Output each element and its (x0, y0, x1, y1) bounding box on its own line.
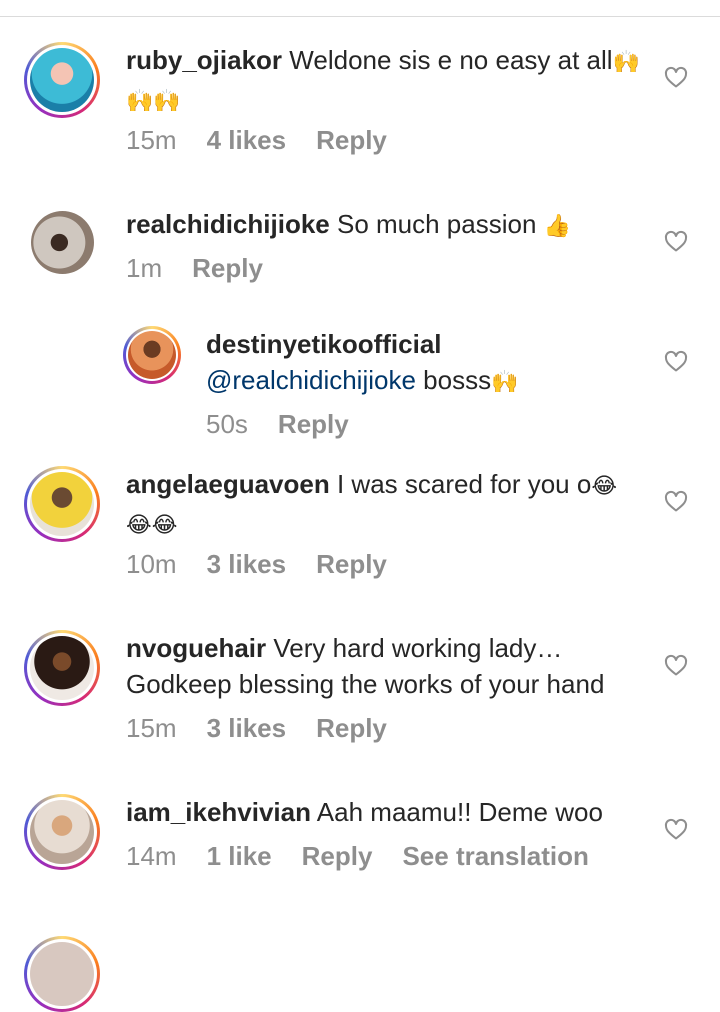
comment-item: angelaeguavoen I was scared for you o😂😂😂… (0, 464, 720, 594)
comment-emoji: 👍 (543, 214, 572, 239)
comment-text: angelaeguavoen I was scared for you o😂😂😂 (126, 466, 626, 544)
comment-text: nvoguehair Very hard working lady… Godke… (126, 630, 646, 702)
comment-likes[interactable]: 4 likes (207, 125, 287, 155)
heart-outline-icon[interactable] (664, 66, 688, 90)
top-divider (0, 16, 720, 17)
comment-likes[interactable]: 3 likes (207, 549, 287, 579)
comment-time: 15m (126, 713, 177, 743)
comment-time: 1m (126, 253, 163, 283)
avatar[interactable] (24, 42, 100, 118)
comment-username[interactable]: ruby_ojiakor (126, 45, 282, 75)
comment-text: destinyetikoofficial @realchidichijioke … (206, 326, 646, 401)
comment-body: Aah maamu!! Deme woo (316, 797, 603, 827)
comment-username[interactable]: nvoguehair (126, 633, 266, 663)
comment-item: realchidichijioke So much passion 👍 1m Re… (0, 204, 720, 294)
comment-likes[interactable]: 1 like (207, 841, 272, 871)
comment-username[interactable]: angelaeguavoen (126, 469, 330, 499)
comment-item: ruby_ojiakor Weldone sis e no easy at al… (0, 40, 720, 170)
avatar[interactable] (24, 936, 100, 1012)
comment-meta: 14m 1 like Reply See translation (126, 840, 619, 872)
comment-username[interactable]: destinyetikoofficial (206, 329, 442, 359)
comment-item: nvoguehair Very hard working lady… Godke… (0, 628, 720, 758)
comment-body: So much passion (336, 209, 537, 239)
comment-text: realchidichijioke So much passion 👍 (126, 206, 646, 245)
reply-item: destinyetikoofficial @realchidichijioke … (0, 324, 720, 444)
comment-username[interactable]: realchidichijioke (126, 209, 330, 239)
comment-text: ruby_ojiakor Weldone sis e no easy at al… (126, 42, 646, 120)
avatar[interactable] (123, 326, 181, 384)
comment-time: 14m (126, 841, 177, 871)
comment-body: Weldone sis e no easy at all (289, 45, 613, 75)
mention-link[interactable]: @realchidichijioke (206, 365, 416, 395)
comment-time: 15m (126, 125, 177, 155)
comment-time: 10m (126, 549, 177, 579)
avatar[interactable] (31, 211, 94, 274)
comment-username[interactable]: iam_ikehvivian (126, 797, 311, 827)
comment-meta: 15m 3 likes Reply (126, 712, 417, 744)
reply-button[interactable]: Reply (316, 125, 387, 155)
heart-outline-icon[interactable] (664, 654, 688, 678)
avatar[interactable] (24, 466, 100, 542)
reply-button[interactable]: Reply (316, 549, 387, 579)
comment-text: iam_ikehvivian Aah maamu!! Deme woo (126, 794, 646, 830)
comment-item: iam_ikehvivian Aah maamu!! Deme woo 14m 1… (0, 792, 720, 902)
comment-meta: 10m 3 likes Reply (126, 548, 417, 580)
comment-meta: 15m 4 likes Reply (126, 124, 417, 156)
reply-button[interactable]: Reply (302, 841, 373, 871)
avatar[interactable] (24, 794, 100, 870)
see-translation-button[interactable]: See translation (402, 841, 588, 871)
comment-body: bosss (423, 365, 492, 395)
avatar[interactable] (24, 630, 100, 706)
heart-outline-icon[interactable] (664, 350, 688, 374)
comment-meta: 1m Reply (126, 252, 293, 284)
heart-outline-icon[interactable] (664, 818, 688, 842)
heart-outline-icon[interactable] (664, 490, 688, 514)
heart-outline-icon[interactable] (664, 230, 688, 254)
comment-emoji: 🙌 (491, 370, 519, 395)
reply-button[interactable]: Reply (192, 253, 263, 283)
reply-button[interactable]: Reply (278, 409, 349, 439)
comment-meta: 50s Reply (206, 408, 379, 440)
comment-time: 50s (206, 409, 248, 439)
reply-button[interactable]: Reply (316, 713, 387, 743)
comment-body: I was scared for you o (336, 469, 592, 499)
comment-likes[interactable]: 3 likes (207, 713, 287, 743)
